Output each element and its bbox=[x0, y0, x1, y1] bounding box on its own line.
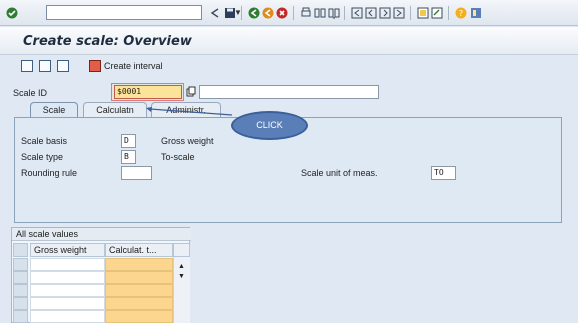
help-icon[interactable]: ? bbox=[455, 7, 467, 19]
column-header-calc-type[interactable]: Calculat. t... bbox=[105, 243, 173, 257]
table-cell-gross-weight[interactable] bbox=[30, 284, 105, 297]
callout-arrow bbox=[146, 107, 233, 116]
application-toolbar: Create interval bbox=[0, 56, 578, 78]
print-icon[interactable] bbox=[300, 7, 312, 19]
table-scrollbar[interactable]: ▲ ▼ bbox=[173, 257, 190, 323]
column-header-gross-weight[interactable]: Gross weight bbox=[30, 243, 105, 257]
page-title: Create scale: Overview bbox=[23, 34, 192, 49]
system-toolbar: ▼ ? bbox=[0, 0, 578, 26]
scale-type-description: To-scale bbox=[161, 152, 195, 162]
prev-page-icon[interactable] bbox=[365, 7, 377, 19]
scale-values-table: All scale values Gross weight Calculat. … bbox=[11, 227, 191, 323]
back-arrow-icon[interactable] bbox=[209, 7, 221, 19]
table-cell-calc-type[interactable] bbox=[105, 310, 173, 323]
last-page-icon[interactable] bbox=[393, 7, 405, 19]
row-selector[interactable] bbox=[13, 258, 28, 271]
scale-id-input[interactable]: $0001 bbox=[114, 85, 182, 99]
table-cell-gross-weight[interactable] bbox=[30, 310, 105, 323]
scale-unit-label: Scale unit of meas. bbox=[301, 168, 378, 178]
select-all-cell[interactable] bbox=[13, 243, 28, 257]
details-icon[interactable] bbox=[21, 60, 33, 72]
table-cell-calc-type[interactable] bbox=[105, 258, 173, 271]
first-page-icon[interactable] bbox=[351, 7, 363, 19]
copy-icon[interactable] bbox=[186, 86, 197, 97]
delete-icon[interactable] bbox=[57, 60, 69, 72]
toolbar-separator bbox=[410, 6, 411, 20]
toolbar-separator bbox=[344, 6, 345, 20]
table-cell-calc-type[interactable] bbox=[105, 271, 173, 284]
rounding-rule-label: Rounding rule bbox=[21, 168, 78, 178]
toolbar-separator bbox=[293, 6, 294, 20]
scale-type-label: Scale type bbox=[21, 152, 64, 162]
create-interval-button[interactable]: Create interval bbox=[104, 61, 163, 71]
shortcut-icon[interactable] bbox=[431, 7, 443, 19]
layout-icon[interactable] bbox=[470, 7, 482, 19]
table-title: All scale values bbox=[12, 228, 191, 241]
find-icon[interactable] bbox=[314, 7, 326, 19]
svg-text:?: ? bbox=[459, 9, 463, 18]
table-cell-gross-weight[interactable] bbox=[30, 297, 105, 310]
row-selector[interactable] bbox=[13, 297, 28, 310]
scale-id-label: Scale ID bbox=[13, 88, 48, 98]
toolbar-separator bbox=[241, 6, 242, 20]
table-cell-gross-weight[interactable] bbox=[30, 258, 105, 271]
table-cell-gross-weight[interactable] bbox=[30, 271, 105, 284]
scale-type-input[interactable]: B bbox=[121, 150, 136, 164]
scale-basis-description: Gross weight bbox=[161, 136, 214, 146]
cancel-icon[interactable] bbox=[276, 7, 288, 19]
next-page-icon[interactable] bbox=[379, 7, 391, 19]
tab-scale[interactable]: Scale bbox=[30, 102, 78, 117]
scroll-down-icon[interactable]: ▼ bbox=[178, 273, 185, 280]
green-back-icon[interactable] bbox=[248, 7, 260, 19]
new-session-icon[interactable] bbox=[417, 7, 429, 19]
create-interval-icon[interactable] bbox=[89, 60, 101, 72]
exit-icon[interactable] bbox=[262, 7, 274, 19]
table-cell-calc-type[interactable] bbox=[105, 284, 173, 297]
scale-basis-input[interactable]: D bbox=[121, 134, 136, 148]
find-next-icon[interactable] bbox=[328, 7, 340, 19]
command-field[interactable]: ▼ bbox=[46, 5, 242, 20]
column-settings-cell[interactable] bbox=[173, 243, 190, 257]
table-cell-calc-type[interactable] bbox=[105, 297, 173, 310]
row-selector[interactable] bbox=[13, 310, 28, 323]
title-bar: Create scale: Overview bbox=[0, 27, 578, 55]
rounding-rule-input[interactable] bbox=[121, 166, 152, 180]
scale-description-input[interactable] bbox=[199, 85, 379, 99]
toolbar-separator bbox=[448, 6, 449, 20]
new-icon[interactable] bbox=[39, 60, 51, 72]
save-icon[interactable] bbox=[224, 7, 236, 19]
scale-basis-label: Scale basis bbox=[21, 136, 68, 146]
check-icon[interactable] bbox=[6, 7, 18, 19]
scale-unit-input[interactable]: TO bbox=[431, 166, 456, 180]
scroll-up-icon[interactable]: ▲ bbox=[178, 263, 185, 270]
row-selector[interactable] bbox=[13, 271, 28, 284]
row-selector[interactable] bbox=[13, 284, 28, 297]
tab-calculation[interactable]: Calculatn bbox=[83, 102, 147, 117]
click-callout: CLICK bbox=[231, 111, 308, 140]
